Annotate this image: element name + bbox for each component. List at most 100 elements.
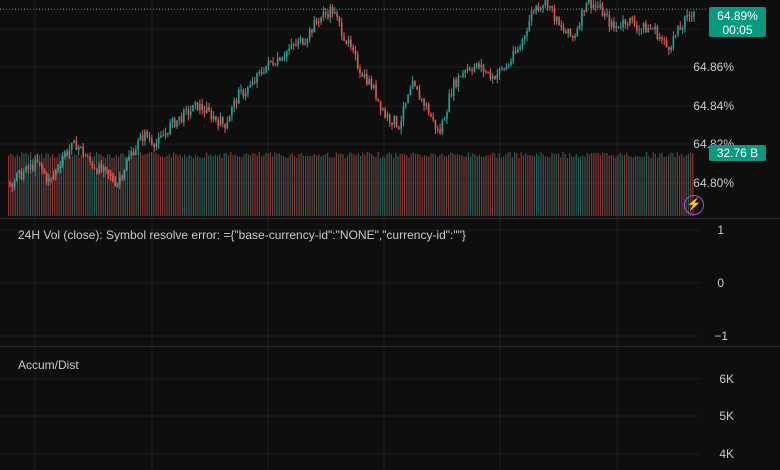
volume-bar xyxy=(476,156,478,216)
volume-bar xyxy=(313,154,315,216)
volume-bar xyxy=(591,152,593,216)
volume-bar xyxy=(120,153,122,216)
volume-bar xyxy=(351,152,353,216)
volume-bar xyxy=(584,156,586,216)
candle-body xyxy=(384,109,386,118)
volume-bar xyxy=(553,153,555,216)
volume-bar xyxy=(324,154,326,216)
volume-bar xyxy=(329,157,331,216)
volume-bar xyxy=(637,156,639,216)
volume-bar xyxy=(518,157,520,216)
candle-body xyxy=(478,63,480,68)
volume-bar xyxy=(335,152,337,216)
candle-body xyxy=(102,167,105,172)
volume-bar xyxy=(353,153,355,216)
volume-bar xyxy=(371,153,373,216)
volume-bar xyxy=(386,153,388,216)
candle-body xyxy=(153,144,155,148)
volume-bar xyxy=(652,152,654,216)
candle-body xyxy=(684,17,686,29)
accum-dist-pane[interactable]: Accum/Dist 6K 5K 4K xyxy=(0,347,780,470)
candle-body xyxy=(185,109,187,111)
volume-bar xyxy=(190,156,192,216)
volume-bar xyxy=(173,152,175,216)
candle-body xyxy=(629,17,631,25)
candle-body xyxy=(180,116,183,123)
volume-bar xyxy=(155,152,157,216)
volume-bar xyxy=(509,152,511,216)
volume-bar xyxy=(157,154,159,216)
volume-bar xyxy=(302,155,304,216)
candle-body xyxy=(409,88,412,95)
candle-body xyxy=(681,28,684,30)
candle-body xyxy=(594,4,597,7)
volume-bar xyxy=(223,152,225,216)
candle-body xyxy=(446,111,448,120)
volume-bar xyxy=(76,154,78,216)
candle-body xyxy=(215,116,217,121)
volume-bar xyxy=(529,154,531,216)
volume-bar xyxy=(478,154,480,216)
lightning-icon[interactable]: ⚡ xyxy=(684,195,704,215)
candle-body xyxy=(450,94,453,96)
candle-body xyxy=(155,143,158,148)
candle-body xyxy=(176,120,178,127)
price-chart[interactable] xyxy=(0,0,780,218)
candle-body xyxy=(57,168,59,170)
candle-body xyxy=(251,81,254,86)
candle-body xyxy=(590,0,592,8)
candle-body xyxy=(436,129,439,131)
volume-bar xyxy=(624,154,626,216)
candle-body xyxy=(217,120,219,126)
candle-body xyxy=(308,29,311,40)
candle-body xyxy=(347,39,350,44)
candle-body xyxy=(553,8,556,22)
candle-body xyxy=(441,120,444,133)
candle-body xyxy=(205,107,208,114)
volume-bar xyxy=(439,154,441,216)
candle-body xyxy=(86,156,89,158)
candle-body xyxy=(688,14,691,17)
volume-bar xyxy=(382,156,384,216)
candle-body xyxy=(137,140,139,150)
candle-body xyxy=(98,164,101,174)
candle-body xyxy=(690,16,693,18)
volume-bar xyxy=(489,154,491,216)
volume-bar xyxy=(111,157,113,216)
volume-bar xyxy=(355,155,357,216)
volume-bar xyxy=(195,154,197,216)
candle-body xyxy=(636,25,638,31)
candle-body xyxy=(372,84,375,89)
volume-bar xyxy=(390,154,392,216)
volume-bar xyxy=(258,152,260,216)
volume-bar xyxy=(309,156,311,216)
volume-bar xyxy=(177,155,179,216)
candle-body xyxy=(68,149,71,155)
volume-bar xyxy=(395,152,397,216)
volume-bar xyxy=(80,154,82,216)
candle-body xyxy=(585,3,588,12)
accum-dist-axis-tick: 4K xyxy=(719,447,734,461)
candle-body xyxy=(279,57,281,61)
volume-bar xyxy=(43,157,45,216)
volume-bar xyxy=(377,152,379,216)
volume-bar xyxy=(16,154,18,216)
candle-body xyxy=(263,72,265,74)
volume-bar xyxy=(250,155,252,216)
volume-bar xyxy=(602,152,604,216)
candle-body xyxy=(574,35,576,38)
price-pane[interactable]: 64.86% 64.84% 64.82% 64.80% 64.89% 00:05… xyxy=(0,0,780,218)
candle-body xyxy=(272,61,274,65)
candle-body xyxy=(501,68,503,70)
volume-indicator-pane[interactable]: 24H Vol (close): Symbol resolve error: =… xyxy=(0,219,780,346)
candle-body xyxy=(352,47,354,51)
volume-bar xyxy=(494,153,496,216)
volume-bar xyxy=(445,156,447,216)
candle-body xyxy=(404,102,407,107)
candle-body xyxy=(393,116,396,125)
volume-bar xyxy=(641,157,643,216)
volume-bar xyxy=(516,153,518,216)
candle-body xyxy=(670,47,672,51)
candle-body xyxy=(336,12,338,18)
candle-body xyxy=(528,20,531,32)
